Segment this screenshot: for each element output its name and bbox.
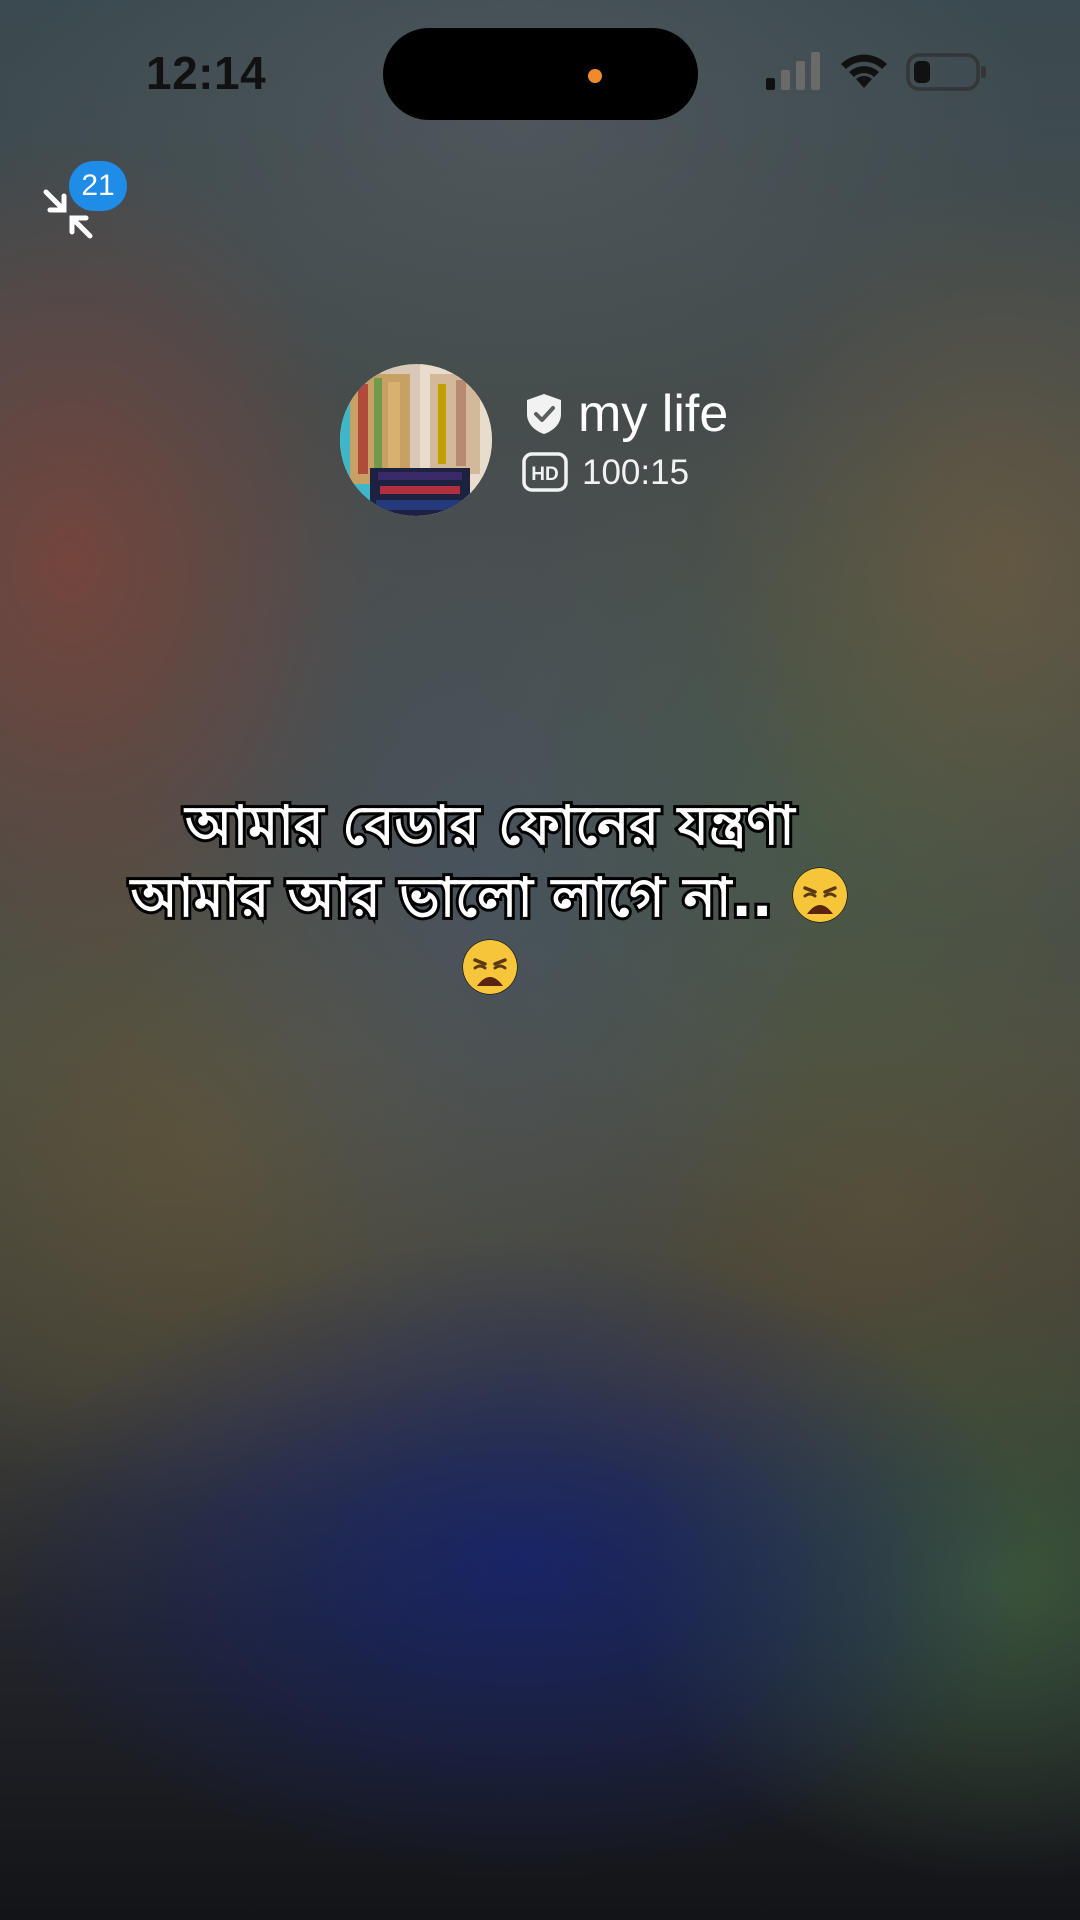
privacy-indicator-dot: [588, 69, 602, 83]
caption-text: আমার বেডার ফোনের যন্ত্রণা আমার আর ভালো ল…: [80, 790, 900, 1006]
caller-avatar: [340, 364, 492, 516]
caption-line-3: [80, 934, 900, 1006]
status-time: 12:14: [146, 47, 267, 99]
caption-line-1: আমার বেডার ফোনের যন্ত্রণা: [182, 791, 797, 860]
shield-check-icon: [527, 394, 561, 434]
svg-text:HD: HD: [531, 464, 558, 485]
dynamic-island: [383, 28, 698, 120]
caption-line-2-text: আমার আর ভালো লাগে না..: [128, 863, 776, 932]
caller-name: my life: [578, 385, 729, 443]
cellular-signal-icon: [766, 52, 820, 90]
call-screen: 12:14 21 my life HD 100:15 আমার বেডার ফো…: [0, 0, 1080, 1920]
wifi-icon: [841, 54, 887, 88]
battery-low-icon: [906, 53, 986, 91]
weary-face-emoji-icon: [792, 867, 848, 923]
notification-badge: 21: [69, 161, 127, 211]
weary-face-emoji-icon: [462, 939, 518, 995]
caption-line-2: আমার আর ভালো লাগে না..: [80, 862, 900, 934]
call-duration: 100:15: [582, 453, 690, 492]
hd-badge-icon: HD: [522, 452, 568, 492]
